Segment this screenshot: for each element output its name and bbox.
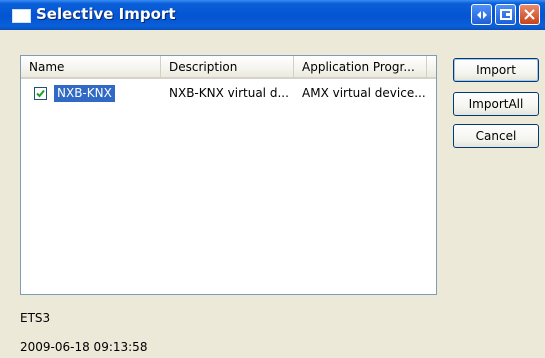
- import-all-button[interactable]: ImportAll: [453, 92, 539, 116]
- row-checkbox[interactable]: [34, 87, 47, 100]
- cancel-button[interactable]: Cancel: [453, 124, 539, 148]
- device-list[interactable]: Name Description Application Progr... NX…: [20, 55, 437, 295]
- maximize-icon: [499, 9, 512, 20]
- column-header-description[interactable]: Description: [161, 56, 294, 79]
- window-title: Selective Import: [36, 5, 176, 23]
- restore-button[interactable]: [471, 4, 492, 25]
- import-button[interactable]: Import: [453, 58, 539, 82]
- restore-icon: [476, 10, 487, 19]
- column-header-application[interactable]: Application Progr...: [294, 56, 427, 79]
- maximize-button[interactable]: [495, 4, 516, 25]
- close-button[interactable]: [519, 4, 540, 25]
- close-icon: [524, 9, 535, 20]
- list-header: Name Description Application Progr...: [21, 56, 436, 81]
- row-description: NXB-KNX virtual d...: [169, 86, 289, 100]
- column-header-name[interactable]: Name: [21, 56, 161, 79]
- source-label: ETS3: [20, 311, 51, 325]
- row-name: NXB-KNX: [54, 85, 115, 102]
- list-row[interactable]: NXB-KNX NXB-KNX virtual d... AMX virtual…: [21, 85, 436, 102]
- column-header-filler: [427, 56, 436, 79]
- timestamp-label: 2009-06-18 09:13:58: [20, 340, 148, 354]
- title-bar[interactable]: Selective Import: [0, 0, 545, 30]
- checkmark-icon: [36, 89, 45, 98]
- row-application: AMX virtual device...: [302, 86, 426, 100]
- window-icon: [12, 9, 31, 23]
